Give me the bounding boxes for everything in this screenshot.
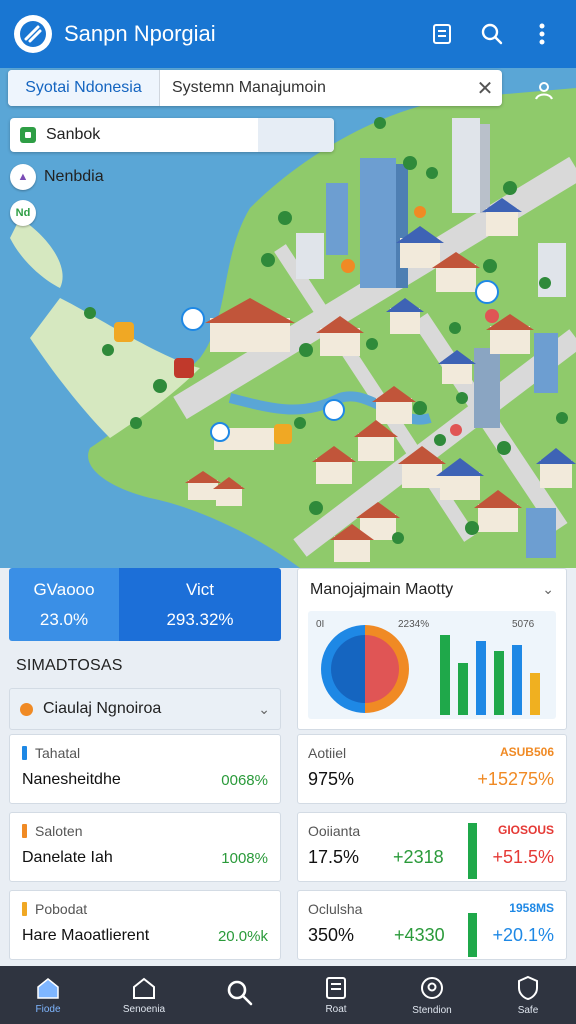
metric-card[interactable]: Aotiiel ASUB506 975% +15275% <box>297 734 567 804</box>
stat-a-label: GVaooo <box>33 579 95 599</box>
search-icon[interactable] <box>472 14 512 54</box>
report-icon <box>326 976 346 999</box>
list-item[interactable]: Pobodat Hare Maoatlierent 20.0%k <box>9 890 281 960</box>
metric-mid: +4330 <box>394 925 445 945</box>
chart-card-title: Manojajmain Maotty <box>310 581 454 598</box>
dot-icon <box>20 702 33 716</box>
metric-value: 17.5% <box>308 847 360 867</box>
chart-card[interactable]: Manojajmain Maotty ⌄ 0I 2234% 5076 <box>297 568 567 730</box>
layer-tertiary-badge: Nd <box>10 200 36 226</box>
metric-card[interactable]: Ooiianta GIOSOUS 17.5% +2318 +51.5% <box>297 812 567 882</box>
chart-bar <box>494 651 504 715</box>
metric-delta: +51.5% <box>492 847 554 867</box>
nav-report[interactable]: Roat <box>288 966 384 1024</box>
metric-right-label: 1958MS <box>509 901 554 915</box>
list-item-category: Pobodat <box>35 901 88 917</box>
app-bar: Sanpn Nporgiai <box>0 0 576 68</box>
category-bar <box>22 902 27 916</box>
chart-bar <box>440 635 450 715</box>
list-item-name: Nanesheitdhe <box>22 771 121 788</box>
search-input[interactable] <box>160 70 468 106</box>
list-item-name: Hare Maoatlierent <box>22 927 150 944</box>
nav-label: Senoenia <box>122 1003 166 1015</box>
chevron-down-icon[interactable]: ⌄ <box>542 581 554 598</box>
layer-secondary[interactable]: ▲ Nenbdia <box>10 164 104 190</box>
chart-label-right: 5076 <box>512 619 535 630</box>
list-item-name: Danelate Iah <box>22 849 113 866</box>
nav-label: Roat <box>325 1003 347 1015</box>
location-icon <box>421 976 443 999</box>
category-bar <box>22 824 27 838</box>
home-icon <box>37 977 59 999</box>
layer-main[interactable]: Sanbok <box>10 118 334 152</box>
metric-delta: +15275% <box>477 769 554 789</box>
metric-bar <box>468 823 477 879</box>
list-item-category: Saloten <box>35 823 83 839</box>
stat-a: GVaooo 23.0% <box>9 568 119 641</box>
stat-b-label: Vict <box>185 579 215 599</box>
chart-label-left: 0I <box>316 619 324 630</box>
app-title: Sanpn Nporgiai <box>64 21 216 46</box>
building-icon: ▲ <box>10 164 36 190</box>
list-item[interactable]: Tahatal Nanesheitdhe 0068% <box>9 734 281 804</box>
shield-icon <box>518 975 538 1000</box>
close-icon[interactable]: ✕ <box>468 70 502 106</box>
metric-card[interactable]: Oclulsha 1958MS 350% +4330 +20.1% <box>297 890 567 960</box>
dropdown-label: Ciaulaj Ngnoiroa <box>43 700 162 717</box>
chart-bar <box>476 641 486 715</box>
stat-b-value: 293.32% <box>166 609 234 629</box>
nav-home[interactable]: Fiode <box>0 966 96 1024</box>
category-bar <box>22 746 27 760</box>
category-dropdown[interactable]: Ciaulaj Ngnoiroa ⌄ <box>9 688 281 730</box>
search-icon <box>227 980 253 1006</box>
list-item-value: 0068% <box>221 771 268 789</box>
stat-b: Vict 293.32% <box>119 568 281 641</box>
section-title: SIMADTOSAS <box>16 657 123 674</box>
layer-icon <box>20 127 36 143</box>
chart-area: 0I 2234% 5076 <box>308 611 556 719</box>
nav-search[interactable] <box>192 966 288 1024</box>
nav-label: Safe <box>517 1004 539 1016</box>
metric-bar <box>468 913 477 957</box>
layer-main-label: Sanbok <box>46 126 101 143</box>
house-outline-icon <box>133 977 155 999</box>
metric-right-label: GIOSOUS <box>497 823 554 837</box>
layer-tertiary[interactable]: Nd <box>10 200 44 226</box>
nav-safe[interactable]: Safe <box>480 966 576 1024</box>
metric-value: 350% <box>308 925 355 945</box>
stat-a-value: 23.0% <box>39 609 89 629</box>
metric-label: Ooiianta <box>308 823 361 839</box>
bottom-nav: Fiode Senoenia Roat Stendion Safe <box>0 966 576 1024</box>
region-tab[interactable]: Syotai Ndonesia <box>8 70 160 106</box>
metric-label: Oclulsha <box>308 901 363 917</box>
chart-bar <box>530 673 540 715</box>
chart-bar <box>512 645 522 715</box>
nav-label: Stendion <box>412 1004 452 1016</box>
app-logo-icon <box>14 15 52 53</box>
list-item-category: Tahatal <box>35 745 81 761</box>
search-bar: Syotai Ndonesia ✕ <box>8 70 502 106</box>
chart-label-mid: 2234% <box>398 619 429 630</box>
metric-mid: +2318 <box>393 847 444 867</box>
pie-chart <box>321 625 409 713</box>
more-vert-icon[interactable] <box>522 14 562 54</box>
metric-value: 975% <box>308 769 355 789</box>
book-icon[interactable] <box>422 14 462 54</box>
chart-bar <box>458 663 468 715</box>
list-item[interactable]: Saloten Danelate Iah 1008% <box>9 812 281 882</box>
list-item-value: 20.0%k <box>217 927 268 945</box>
nav-station[interactable]: Stendion <box>384 966 480 1024</box>
metric-label: Aotiiel <box>308 745 347 761</box>
locate-user-icon[interactable] <box>522 72 566 108</box>
nav-label: Fiode <box>35 1003 61 1015</box>
layer-secondary-label: Nenbdia <box>44 168 104 185</box>
stats-card[interactable]: GVaooo 23.0% Vict 293.32% <box>9 568 281 641</box>
metric-right-label: ASUB506 <box>499 745 554 759</box>
list-item-value: 1008% <box>221 849 268 867</box>
nav-house[interactable]: Senoenia <box>96 966 192 1024</box>
chevron-down-icon: ⌄ <box>258 700 270 717</box>
metric-delta: +20.1% <box>492 925 554 945</box>
